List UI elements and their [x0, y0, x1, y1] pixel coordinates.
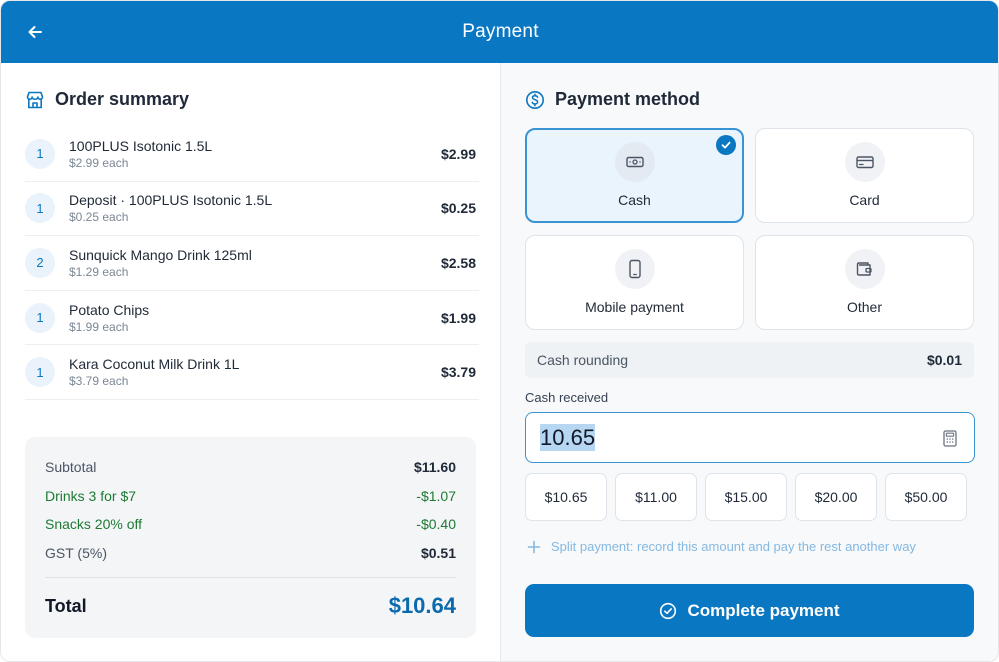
- method-label: Other: [846, 299, 882, 315]
- item-unit-price: $1.29 each: [69, 264, 129, 279]
- item-name: 100PLUS Isotonic 1.5L: [69, 137, 213, 154]
- order-summary-title: Order summary: [55, 89, 190, 109]
- payment-method-grid: Cash Card Mobile payment Other: [525, 128, 974, 330]
- discount-value: -$0.40: [416, 516, 456, 533]
- order-item: 1 Kara Coconut Milk Drink 1L $3.79 each …: [25, 345, 479, 400]
- cash-rounding-row: Cash rounding $0.01: [525, 342, 974, 378]
- total-row: Total $10.64: [45, 578, 456, 634]
- item-quantity-badge: 1: [25, 193, 55, 224]
- totals-card: Subtotal $11.60 Drinks 3 for $7 -$1.07 S…: [25, 437, 476, 638]
- item-line-total: $3.79: [440, 364, 476, 381]
- method-label: Mobile payment: [585, 299, 684, 315]
- method-other[interactable]: Other: [755, 235, 974, 330]
- quick-amount-buttons: $10.65 $11.00 $15.00 $20.00 $50.00: [525, 473, 967, 521]
- split-payment-link[interactable]: Split payment: record this amount and pa…: [527, 539, 916, 554]
- quick-amount-button[interactable]: $15.00: [705, 473, 787, 521]
- item-name: Potato Chips: [69, 301, 150, 318]
- subtotal-row: Subtotal $11.60: [45, 453, 456, 482]
- item-quantity-badge: 1: [25, 302, 55, 333]
- item-unit-price: $1.99 each: [69, 319, 129, 334]
- item-line-total: $2.58: [440, 254, 476, 271]
- store-icon: [26, 91, 44, 108]
- item-line-total: $0.25: [440, 200, 476, 217]
- cash-received-input[interactable]: 10.65: [525, 412, 975, 463]
- quick-amount-button[interactable]: $20.00: [795, 473, 877, 521]
- back-button[interactable]: [23, 20, 47, 44]
- header-bar: Payment: [1, 1, 998, 63]
- complete-payment-label: Complete payment: [687, 600, 840, 620]
- item-name: Deposit · 100PLUS Isotonic 1.5L: [69, 192, 273, 209]
- discount-label: Snacks 20% off: [45, 516, 143, 533]
- payment-window: Payment Order summary 1 100PLUS Isotonic…: [0, 0, 999, 662]
- item-line-total: $2.99: [440, 145, 476, 162]
- item-name: Kara Coconut Milk Drink 1L: [69, 356, 240, 373]
- method-card[interactable]: Card: [755, 128, 974, 223]
- wallet-icon: [844, 249, 885, 289]
- quick-amount-button[interactable]: $10.65: [525, 473, 607, 521]
- order-item: 1 Potato Chips $1.99 each $1.99: [25, 291, 479, 346]
- gst-row: GST (5%) $0.51: [45, 539, 456, 568]
- payment-panel: Payment method Cash Card Mobile payment …: [501, 63, 998, 661]
- arrow-left-icon: [28, 26, 42, 38]
- total-value: $10.64: [388, 593, 456, 618]
- item-line-total: $1.99: [440, 309, 476, 326]
- cash-rounding-label: Cash rounding: [537, 352, 629, 368]
- method-mobile-payment[interactable]: Mobile payment: [525, 235, 744, 330]
- payment-method-title: Payment method: [555, 89, 701, 109]
- item-quantity-badge: 1: [25, 357, 55, 388]
- method-label: Cash: [618, 192, 651, 208]
- gst-label: GST (5%): [45, 544, 107, 561]
- payment-method-heading: Payment method: [525, 89, 700, 110]
- card-icon: [844, 142, 885, 182]
- discount-value: -$1.07: [416, 487, 456, 504]
- calculator-icon[interactable]: [940, 428, 960, 448]
- order-summary-heading: Order summary: [25, 89, 189, 110]
- discount-label: Drinks 3 for $7: [45, 487, 137, 504]
- order-item: 2 Sunquick Mango Drink 125ml $1.29 each …: [25, 236, 479, 291]
- total-label: Total: [45, 595, 87, 616]
- subtotal-value: $11.60: [413, 459, 456, 476]
- cash-received-value: 10.65: [540, 423, 596, 451]
- item-quantity-badge: 1: [25, 138, 55, 169]
- order-summary-panel: Order summary 1 100PLUS Isotonic 1.5L $2…: [1, 63, 501, 661]
- item-quantity-badge: 2: [25, 247, 55, 278]
- split-payment-text: Split payment: record this amount and pa…: [551, 539, 916, 554]
- page-title: Payment: [462, 21, 539, 42]
- quick-amount-button[interactable]: $11.00: [615, 473, 697, 521]
- discount-row-snacks: Snacks 20% off -$0.40: [45, 510, 456, 539]
- subtotal-label: Subtotal: [45, 459, 97, 476]
- check-circle-icon: [660, 602, 677, 619]
- item-unit-price: $2.99 each: [69, 155, 129, 170]
- order-item: 1 Deposit · 100PLUS Isotonic 1.5L $0.25 …: [25, 182, 479, 237]
- order-item: 1 100PLUS Isotonic 1.5L $2.99 each $2.99: [25, 127, 479, 182]
- item-unit-price: $0.25 each: [69, 210, 129, 225]
- complete-payment-button[interactable]: Complete payment: [525, 584, 974, 637]
- item-unit-price: $3.79 each: [69, 374, 129, 389]
- cash-received-label: Cash received: [525, 390, 609, 405]
- item-name: Sunquick Mango Drink 125ml: [69, 246, 252, 263]
- gst-value: $0.51: [420, 544, 456, 561]
- method-cash[interactable]: Cash: [525, 128, 744, 223]
- method-label: Card: [849, 192, 880, 208]
- mobile-icon: [614, 249, 655, 289]
- cash-rounding-value: $0.01: [926, 352, 962, 368]
- checkmark-icon: [716, 135, 736, 155]
- quick-amount-button[interactable]: $50.00: [885, 473, 967, 521]
- dollar-circle-icon: [526, 90, 544, 109]
- discount-row-drinks: Drinks 3 for $7 -$1.07: [45, 482, 456, 511]
- cash-icon: [614, 142, 655, 182]
- plus-icon: [527, 540, 541, 553]
- order-item-list: 1 100PLUS Isotonic 1.5L $2.99 each $2.99…: [25, 127, 479, 400]
